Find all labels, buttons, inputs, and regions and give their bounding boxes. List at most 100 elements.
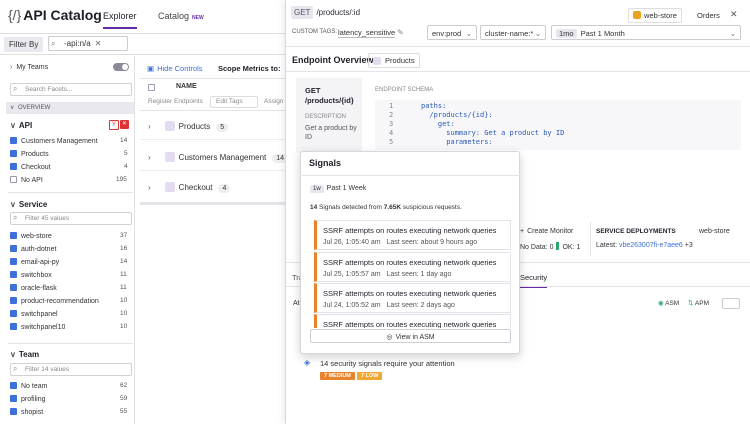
env-select[interactable]: env:prod ⌄ [427,25,477,40]
service-facet-title[interactable]: ∨ Service [10,200,47,209]
service-item[interactable]: web-store [10,232,52,240]
deployments-service: web-store [699,228,730,235]
cluster-select[interactable]: cluster-name:* ⌄ [480,25,546,40]
create-monitor-button[interactable]: + Create Monitor [520,228,573,235]
chevron-down-icon: ∨ [10,200,16,209]
code-line: /products/{id}: [421,111,493,119]
signals-count: 14 [310,204,318,211]
signal-card[interactable]: SSRF attempts on routes executing networ… [314,252,511,282]
signal-meta: Jul 25, 1:05:57 am Last seen: 1 day ago [323,271,451,278]
service-item[interactable]: auth-dotnet [10,245,56,253]
api-facet-title[interactable]: ∨ API [10,121,32,130]
checkbox[interactable] [10,150,17,157]
latest-more-count[interactable]: +3 [685,242,693,249]
products-chip[interactable]: Products [368,53,420,68]
table-row[interactable]: › Checkout 4 [148,182,231,193]
close-icon[interactable]: ✕ [730,9,738,20]
service-item[interactable]: oracle-flask [10,284,57,292]
team-item[interactable]: profiling [10,395,46,403]
signal-meta: Jul 24, 1:05:52 am Last seen: 2 days ago [323,302,455,309]
api-item-no-api[interactable]: No API [10,176,43,184]
edit-icon[interactable]: ✎ [397,28,404,37]
api-item-products[interactable]: Products [10,150,49,158]
overview-section-header[interactable]: OVERVIEW [6,102,134,114]
filter-chip[interactable]: -api:n/a ✕ [64,39,101,48]
divider [300,175,520,176]
checkbox[interactable] [10,395,17,402]
asm-badge[interactable]: ◉ ASM [658,299,679,307]
search-facets-input[interactable]: Search Facets... [10,83,132,96]
checkbox[interactable] [10,271,17,278]
chevron-right-icon[interactable]: › [148,183,151,192]
checkbox[interactable] [10,297,17,304]
checkbox[interactable] [10,408,17,415]
expand-button[interactable] [722,298,740,309]
select-all-checkbox[interactable] [148,83,159,92]
scrollbar[interactable] [140,202,286,205]
table-row[interactable]: › Products 5 [148,121,229,132]
chevron-right-icon[interactable]: › [148,153,151,162]
api-facet-filter-icon[interactable]: Y [109,120,120,130]
app-window: {/} API Catalog Explorer Catalog NEW Filte… [0,0,750,424]
api-item-checkout[interactable]: Checkout [10,163,51,171]
apm-badge[interactable]: ⇅ APM [688,299,709,307]
checkbox[interactable] [10,382,17,389]
tab-catalog[interactable]: Catalog NEW [158,11,204,21]
divider [590,222,591,256]
summary-text: Signals detected from [319,204,382,211]
checkbox[interactable] [10,284,17,291]
view-in-asm-button[interactable]: ◎ View in ASM [310,329,511,343]
checkbox[interactable] [10,176,17,183]
hide-controls-button[interactable]: ▣ Hide Controls [147,64,203,73]
latest-hash-link[interactable]: vbe263007fi-e7aee6 [619,242,683,249]
team-filter-input[interactable]: Filter 14 values [10,363,132,376]
orders-link[interactable]: Orders [697,11,720,20]
api-item-customers-management[interactable]: Customers Management [10,137,132,145]
endpoint-path: /products/:id [316,8,361,17]
description-text: Get a product by ID [305,125,357,141]
column-name-header[interactable]: NAME [176,83,197,90]
my-teams-switch[interactable] [113,63,129,71]
team-facet-title[interactable]: ∨ Team [10,350,39,359]
tab-explorer[interactable]: Explorer [103,11,137,29]
facet-label: No API [21,177,43,184]
code-line: summary: Get a product by ID [421,129,565,137]
checkbox[interactable] [10,323,17,330]
table-row[interactable]: › Customers Management 14 [148,152,289,163]
register-endpoints-button[interactable]: Register Endpoints [148,98,203,105]
checkbox[interactable] [10,258,17,265]
checkbox[interactable] [10,310,17,317]
facet-label: Customers Management [21,138,98,145]
service-item[interactable]: switchpanel10 [10,323,65,331]
checkbox[interactable] [148,84,155,91]
checkbox[interactable] [10,232,17,239]
requests-count: 7.65K [383,204,402,211]
checkbox[interactable] [10,245,17,252]
asm-label: ASM [665,300,680,307]
line-number: 3 [389,120,394,128]
signal-card[interactable]: SSRF attempts on routes executing networ… [314,283,511,313]
api-facet-clear-icon[interactable]: ✕ [120,120,130,129]
time-range-select[interactable]: 1mo Past 1 Month ⌄ [551,25,741,40]
service-badge[interactable]: web-store [628,8,682,23]
low-severity-badge: 7 LOW [357,372,383,380]
assign-button[interactable]: Assign [264,98,284,105]
checkbox[interactable] [10,163,17,170]
checkbox[interactable] [10,137,17,144]
signal-title: SSRF attempts on routes executing networ… [323,226,497,235]
my-teams-toggle-row[interactable]: › My Teams [10,64,48,71]
signal-card[interactable]: SSRF attempts on routes executing networ… [314,314,511,328]
service-item[interactable]: switchbox [10,271,52,279]
service-item[interactable]: email-api-py [10,258,59,266]
chevron-right-icon[interactable]: › [148,122,151,131]
service-filter-input[interactable]: Filter 45 values [10,212,132,225]
code-line: paths: [421,102,447,110]
team-item[interactable]: shopist [10,408,43,416]
service-item[interactable]: switchpanel [10,310,58,318]
close-icon[interactable]: ✕ [95,39,102,48]
service-badge-label: web-store [644,11,677,20]
panel-endpoint-title: GET/products/:id [291,6,361,19]
service-item[interactable]: product-recommendation [10,297,99,305]
team-item[interactable]: No team [10,382,47,390]
signal-card[interactable]: SSRF attempts on routes executing networ… [314,220,511,250]
